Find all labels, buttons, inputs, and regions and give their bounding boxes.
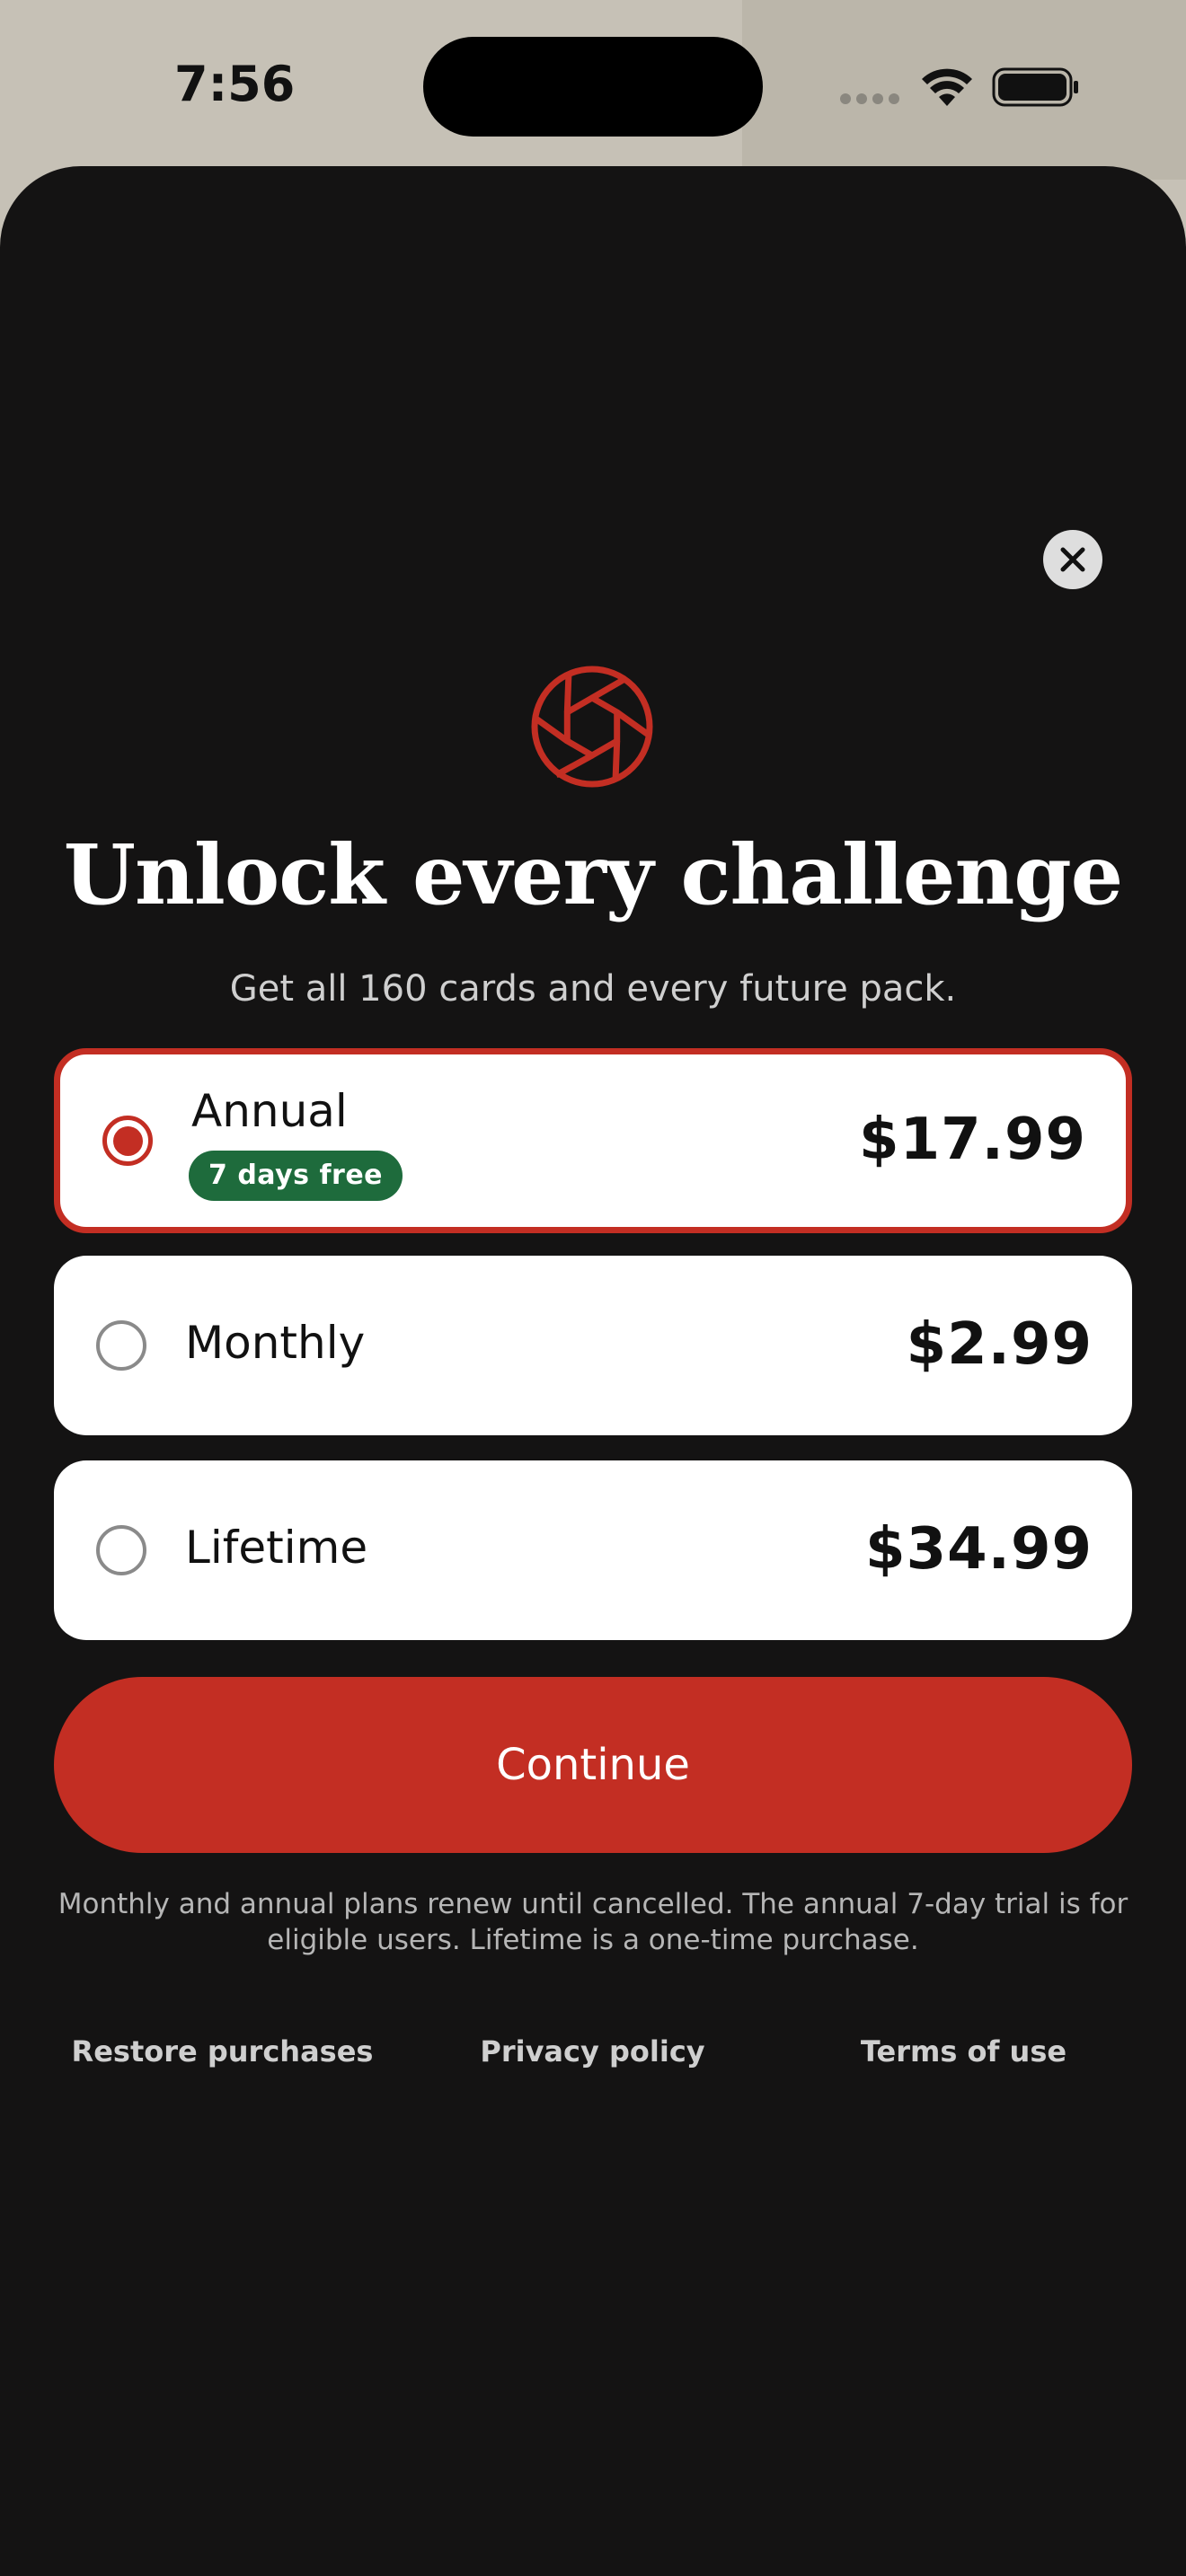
privacy-policy-link[interactable]: Privacy policy <box>424 2034 761 2069</box>
radio-dot <box>113 1126 143 1156</box>
wifi-icon <box>922 68 972 106</box>
radio-unselected[interactable] <box>96 1525 146 1575</box>
plan-name: Annual <box>191 1085 348 1137</box>
close-button[interactable] <box>1043 530 1102 589</box>
restore-purchases-link[interactable]: Restore purchases <box>54 2034 391 2069</box>
radio-selected[interactable] <box>102 1116 153 1166</box>
close-icon <box>1060 547 1085 572</box>
dynamic-island <box>423 37 763 137</box>
plan-option-lifetime[interactable]: Lifetime $34.99 <box>54 1460 1132 1640</box>
plan-name: Lifetime <box>185 1522 368 1574</box>
cellular-signal-icon <box>840 93 899 104</box>
plan-price: $17.99 <box>859 1107 1086 1173</box>
subtitle: Get all 160 cards and every future pack. <box>229 968 957 1010</box>
trial-badge: 7 days free <box>189 1151 403 1201</box>
battery-icon <box>992 67 1078 107</box>
plan-option-annual[interactable]: Annual 7 days free $17.99 <box>54 1048 1132 1233</box>
plan-option-monthly[interactable]: Monthly $2.99 <box>54 1256 1132 1435</box>
plan-name: Monthly <box>185 1317 366 1369</box>
continue-button[interactable]: Continue <box>54 1677 1132 1853</box>
headline: Unlock every challenge <box>63 826 1123 923</box>
status-time: 7:56 <box>174 56 296 112</box>
plan-price: $34.99 <box>865 1516 1093 1583</box>
renewal-disclaimer: Monthly and annual plans renew until can… <box>58 1888 1128 1956</box>
radio-unselected[interactable] <box>96 1320 146 1371</box>
aperture-icon <box>531 666 653 788</box>
plan-price: $2.99 <box>906 1311 1093 1378</box>
terms-of-use-link[interactable]: Terms of use <box>795 2034 1132 2069</box>
